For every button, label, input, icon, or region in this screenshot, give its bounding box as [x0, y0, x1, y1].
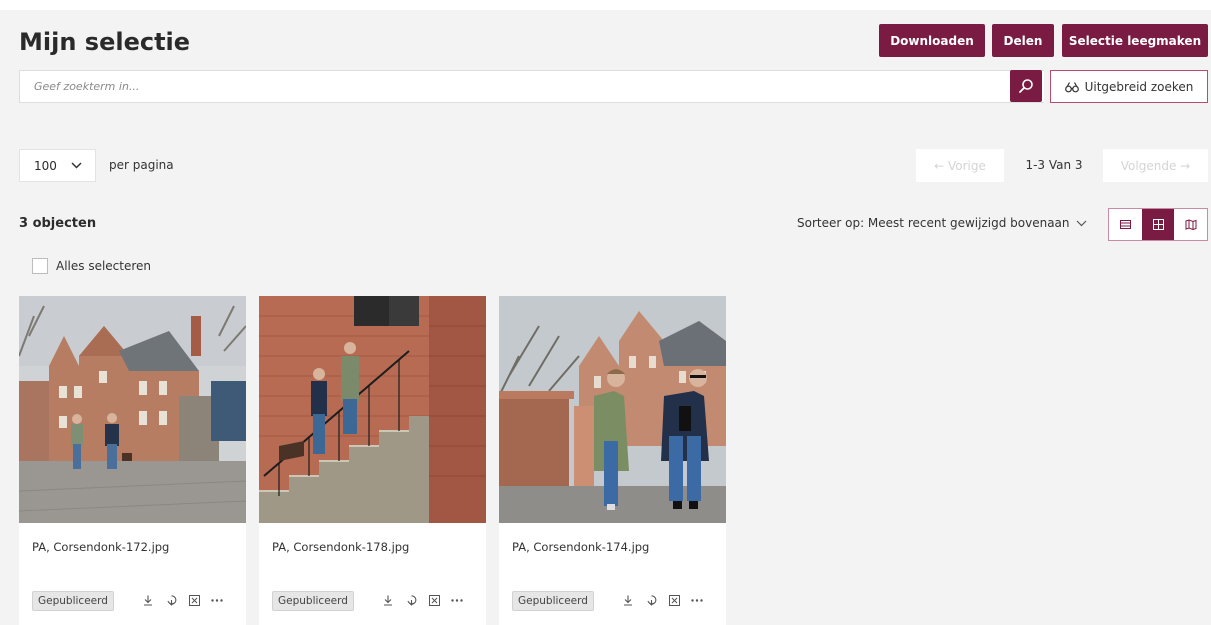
download-icon[interactable]	[381, 593, 395, 607]
asset-filename[interactable]: PA, Corsendonk-178.jpg	[272, 540, 409, 554]
asset-thumbnail[interactable]	[259, 296, 486, 523]
search-input[interactable]	[34, 71, 994, 102]
clear-selection-button[interactable]: Selectie leegmaken	[1062, 24, 1208, 57]
chevron-down-icon	[1076, 220, 1086, 226]
status-badge: Gepubliceerd	[272, 591, 354, 611]
per-page-value: 100	[34, 158, 57, 173]
result-count: 3 objecten	[19, 216, 97, 231]
asset-card[interactable]: PA, Corsendonk-178.jpg Gepubliceerd	[259, 296, 486, 625]
asset-filename[interactable]: PA, Corsendonk-172.jpg	[32, 540, 169, 554]
search-button[interactable]	[1010, 70, 1042, 102]
sort-label: Sorteer op: Meest recent gewijzigd boven…	[797, 216, 1070, 230]
photo-couple-walking	[499, 296, 726, 523]
more-options-icon[interactable]	[690, 593, 704, 607]
top-strip	[0, 0, 1211, 10]
share-button[interactable]: Delen	[992, 24, 1054, 57]
list-view-button[interactable]	[1109, 209, 1142, 240]
asset-thumbnail[interactable]	[19, 296, 246, 523]
download-button[interactable]: Downloaden	[879, 24, 985, 57]
remove-from-selection-icon[interactable]	[427, 593, 441, 607]
page-title: Mijn selectie	[19, 28, 191, 56]
binoculars-icon	[1064, 81, 1079, 92]
advanced-search-button[interactable]: Uitgebreid zoeken	[1050, 70, 1208, 103]
status-badge: Gepubliceerd	[32, 591, 114, 611]
select-all-checkbox[interactable]	[32, 258, 48, 274]
per-page-label: per pagina	[109, 158, 174, 172]
more-options-icon[interactable]	[450, 593, 464, 607]
asset-thumbnail[interactable]	[499, 296, 726, 523]
share-icon[interactable]	[644, 593, 658, 607]
share-icon[interactable]	[164, 593, 178, 607]
per-page-select[interactable]: 100	[19, 149, 96, 182]
map-view-button[interactable]	[1174, 209, 1207, 240]
pagination-info: 1-3 Van 3	[1025, 158, 1083, 172]
select-all[interactable]: Alles selecteren	[32, 258, 151, 274]
share-icon[interactable]	[404, 593, 418, 607]
asset-filename[interactable]: PA, Corsendonk-174.jpg	[512, 540, 649, 554]
asset-actions	[621, 593, 704, 607]
sort-dropdown[interactable]: Sorteer op: Meest recent gewijzigd boven…	[797, 216, 1087, 230]
map-view-icon	[1185, 219, 1197, 230]
asset-actions	[141, 593, 224, 607]
previous-page-button[interactable]: ← Vorige	[916, 149, 1004, 182]
remove-from-selection-icon[interactable]	[667, 593, 681, 607]
next-page-button[interactable]: Volgende →	[1103, 149, 1208, 182]
select-all-label: Alles selecteren	[56, 259, 152, 273]
more-options-icon[interactable]	[210, 593, 224, 607]
download-icon[interactable]	[621, 593, 635, 607]
photo-castle-courtyard	[19, 296, 246, 523]
asset-card[interactable]: PA, Corsendonk-174.jpg Gepubliceerd	[499, 296, 726, 625]
remove-from-selection-icon[interactable]	[187, 593, 201, 607]
advanced-search-label: Uitgebreid zoeken	[1084, 79, 1194, 94]
photo-stone-staircase	[259, 296, 486, 523]
view-mode-toggle	[1108, 208, 1208, 241]
grid-view-button[interactable]	[1141, 209, 1175, 240]
chevron-down-icon	[71, 162, 82, 169]
grid-view-icon	[1152, 219, 1164, 230]
download-icon[interactable]	[141, 593, 155, 607]
asset-card[interactable]: PA, Corsendonk-172.jpg Gepubliceerd	[19, 296, 246, 625]
status-badge: Gepubliceerd	[512, 591, 594, 611]
search-icon	[1019, 79, 1033, 93]
list-view-icon	[1119, 220, 1131, 229]
search-bar	[19, 70, 1044, 103]
asset-actions	[381, 593, 464, 607]
